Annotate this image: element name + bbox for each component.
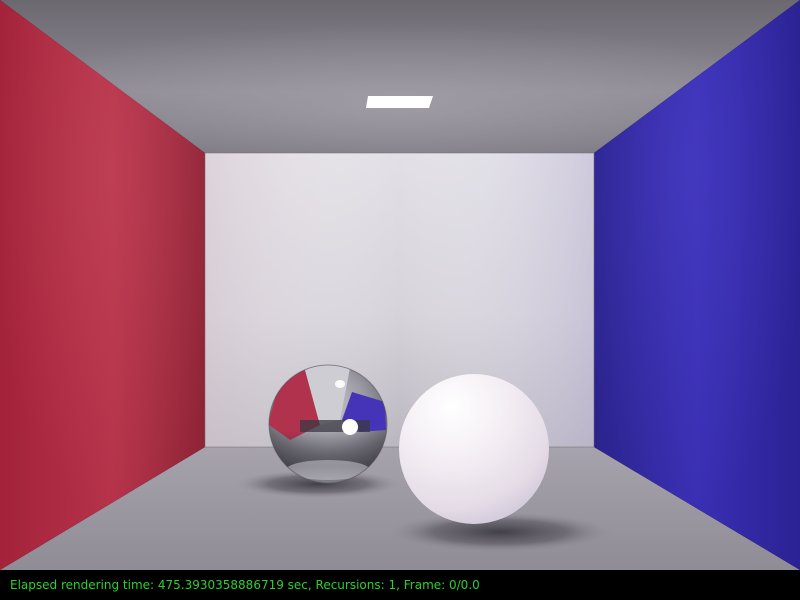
diffuse-sphere [399,374,549,524]
render-status-text: Elapsed rendering time: 475.393035888671… [10,578,480,592]
render-viewport [0,0,800,570]
rendered-scene [0,0,800,570]
ceiling-light [366,96,433,108]
status-bar: Elapsed rendering time: 475.393035888671… [0,570,800,600]
raytracer-window: Elapsed rendering time: 475.393035888671… [0,0,800,600]
